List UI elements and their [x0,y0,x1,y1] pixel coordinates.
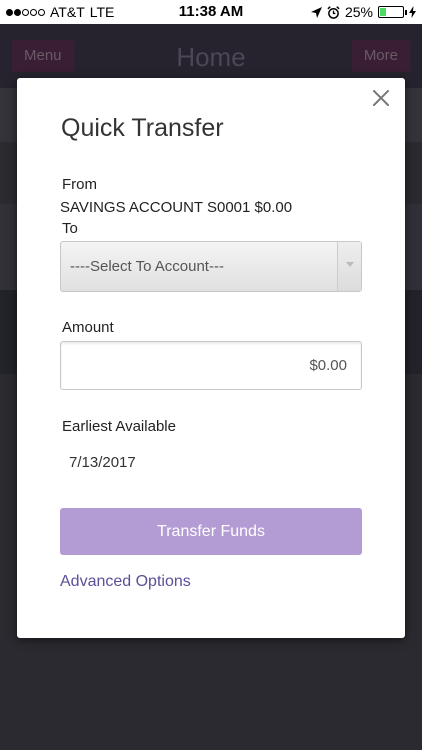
from-label: From [62,176,97,193]
battery-percent: 25% [344,4,373,20]
alarm-clock-icon [327,5,340,19]
earliest-available-label: Earliest Available [62,418,176,435]
charging-bolt-icon [409,6,416,18]
more-button[interactable]: More [351,40,410,72]
quick-transfer-modal: Quick Transfer From SAVINGS ACCOUNT S000… [17,78,405,638]
status-right: 25% [310,4,416,20]
advanced-options-link[interactable]: Advanced Options [60,573,191,591]
chevron-down-icon [337,242,361,291]
amount-label: Amount [62,319,114,336]
battery-fill [380,8,386,16]
status-bar: AT&T LTE 11:38 AM 25% [0,0,422,24]
to-label: To [62,220,78,237]
modal-title: Quick Transfer [61,114,224,142]
to-account-select-value: ----Select To Account--- [70,258,224,275]
amount-input[interactable] [60,341,362,390]
to-account-select[interactable]: ----Select To Account--- [60,241,362,292]
battery-icon [378,6,407,18]
from-account-value: SAVINGS ACCOUNT S0001 $0.00 [60,199,293,216]
transfer-funds-button[interactable]: Transfer Funds [60,508,362,555]
location-arrow-icon [310,6,322,18]
close-icon[interactable] [371,88,391,108]
earliest-available-date[interactable]: 7/13/2017 [69,454,136,471]
